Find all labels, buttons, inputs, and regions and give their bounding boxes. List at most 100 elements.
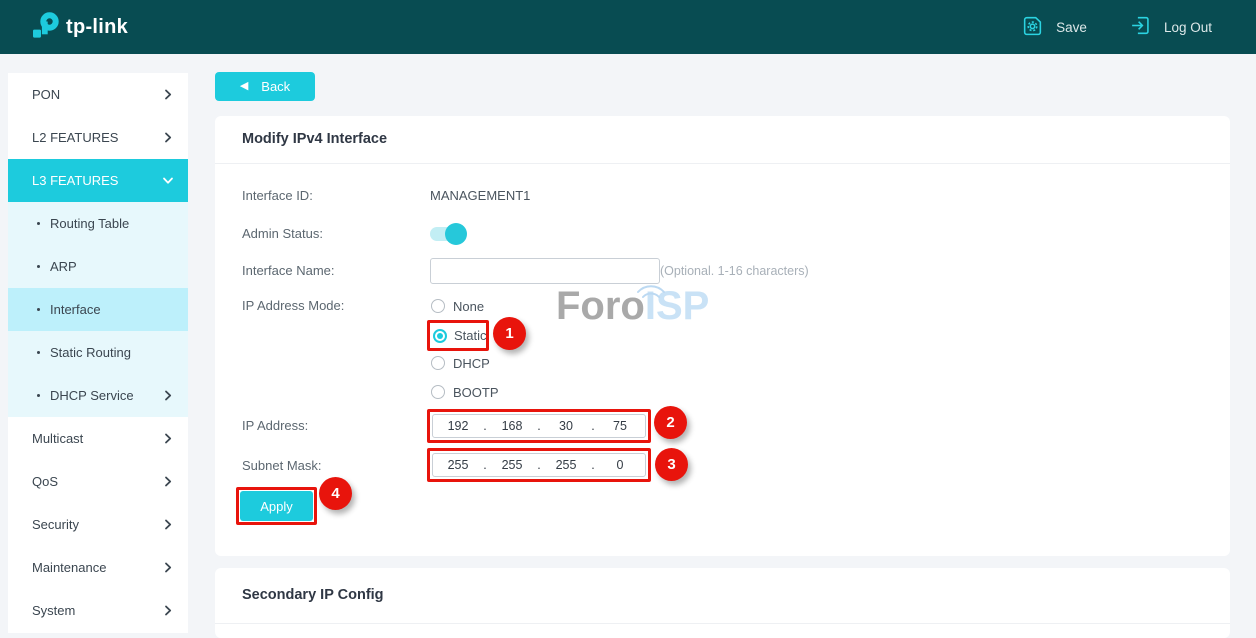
subnet-mask-label: Subnet Mask: — [242, 456, 322, 476]
radio-none[interactable]: None — [431, 296, 484, 316]
save-label: Save — [1056, 20, 1087, 35]
back-button[interactable]: ◀ Back — [215, 72, 315, 101]
sidebar-item-label: L2 FEATURES — [32, 130, 118, 145]
radio-icon — [431, 356, 445, 370]
chevron-right-icon — [163, 562, 173, 573]
interface-name-input[interactable] — [430, 258, 660, 284]
sidebar-item-interface[interactable]: Interface — [8, 288, 188, 331]
bullet-icon — [37, 394, 40, 397]
toggle-knob — [445, 223, 467, 245]
card-title: Modify IPv4 Interface — [242, 116, 387, 163]
radio-label: DHCP — [453, 356, 490, 371]
logout-label: Log Out — [1164, 20, 1212, 35]
mask-octet-4[interactable]: 0 — [595, 458, 645, 472]
sidebar-item-label: L3 FEATURES — [32, 173, 118, 188]
app-header: tp-link Save Log Out — [0, 0, 1256, 54]
sidebar-nav: PON L2 FEATURES L3 FEATURES Routing Tabl… — [8, 73, 188, 633]
chevron-right-icon — [163, 433, 173, 444]
chevron-right-icon — [163, 605, 173, 616]
sidebar-item-label: QoS — [32, 474, 58, 489]
annotation-step-4: 4 — [319, 477, 352, 510]
divider — [215, 623, 1230, 624]
sidebar-item-label: PON — [32, 87, 60, 102]
ip-octet-1[interactable]: 192 — [433, 419, 483, 433]
tp-link-logo[interactable]: tp-link — [33, 12, 128, 43]
bullet-icon — [37, 308, 40, 311]
watermark-text-gray: Foro — [556, 284, 645, 328]
radio-label: BOOTP — [453, 385, 499, 400]
sidebar-item-l2-features[interactable]: L2 FEATURES — [8, 116, 188, 159]
sidebar-item-label: Routing Table — [50, 216, 129, 231]
mask-octet-1[interactable]: 255 — [433, 458, 483, 472]
chevron-right-icon — [163, 132, 173, 143]
annotation-box-subnet-mask: 255 . 255 . 255 . 0 — [427, 448, 651, 482]
annotation-step-1: 1 — [493, 317, 526, 350]
mask-octet-2[interactable]: 255 — [487, 458, 537, 472]
annotation-box-static: Static — [427, 320, 489, 351]
radio-dhcp[interactable]: DHCP — [431, 353, 490, 373]
logout-icon — [1129, 14, 1152, 40]
back-label: Back — [261, 79, 290, 94]
modify-ipv4-interface-card: Modify IPv4 Interface ForoISP Interface … — [215, 116, 1230, 556]
ip-octet-3[interactable]: 30 — [541, 419, 591, 433]
bullet-icon — [37, 351, 40, 354]
ip-octet-4[interactable]: 75 — [595, 419, 645, 433]
radio-label: None — [453, 299, 484, 314]
l3-features-submenu: Routing Table ARP Interface Static Routi… — [8, 202, 188, 417]
radio-bootp[interactable]: BOOTP — [431, 382, 499, 402]
annotation-box-apply: Apply — [236, 487, 317, 525]
bullet-icon — [37, 265, 40, 268]
mask-octet-3[interactable]: 255 — [541, 458, 591, 472]
sidebar-item-routing-table[interactable]: Routing Table — [8, 202, 188, 245]
save-button[interactable]: Save — [1021, 14, 1087, 40]
radio-icon — [431, 385, 445, 399]
tp-link-logo-icon — [33, 12, 59, 43]
sidebar-item-label: ARP — [50, 259, 77, 274]
interface-id-value: MANAGEMENT1 — [430, 186, 530, 206]
radio-icon — [431, 299, 445, 313]
sidebar-item-qos[interactable]: QoS — [8, 460, 188, 503]
annotation-step-2: 2 — [654, 406, 687, 439]
foroisp-watermark: ForoISP — [556, 284, 709, 328]
chevron-down-icon — [163, 176, 174, 186]
sidebar-item-l3-features[interactable]: L3 FEATURES — [8, 159, 188, 202]
sidebar-item-label: Maintenance — [32, 560, 106, 575]
bullet-icon — [37, 222, 40, 225]
sidebar-item-label: Multicast — [32, 431, 83, 446]
subnet-mask-input[interactable]: 255 . 255 . 255 . 0 — [432, 453, 646, 477]
divider — [215, 163, 1230, 164]
annotation-step-3: 3 — [655, 448, 688, 481]
interface-name-hint: (Optional. 1-16 characters) — [660, 261, 809, 281]
apply-button[interactable]: Apply — [240, 491, 313, 521]
chevron-right-icon — [163, 390, 173, 401]
sidebar-item-multicast[interactable]: Multicast — [8, 417, 188, 460]
brand-name: tp-link — [66, 16, 128, 39]
chevron-right-icon — [163, 519, 173, 530]
sidebar-item-pon[interactable]: PON — [8, 73, 188, 116]
ip-address-input[interactable]: 192 . 168 . 30 . 75 — [432, 414, 646, 438]
radio-icon-selected[interactable] — [433, 329, 447, 343]
chevron-right-icon — [163, 89, 173, 100]
interface-name-label: Interface Name: — [242, 261, 335, 281]
sidebar-item-label: Interface — [50, 302, 101, 317]
radio-label: Static — [454, 328, 487, 343]
watermark-text-blue: ISP — [645, 284, 709, 328]
sidebar-item-dhcp-service[interactable]: DHCP Service — [8, 374, 188, 417]
card-title: Secondary IP Config — [242, 568, 384, 623]
ip-address-label: IP Address: — [242, 416, 308, 436]
sidebar-item-label: Security — [32, 517, 79, 532]
sidebar-item-label: DHCP Service — [50, 388, 134, 403]
sidebar-item-maintenance[interactable]: Maintenance — [8, 546, 188, 589]
back-arrow-icon: ◀ — [240, 81, 248, 92]
sidebar-item-arp[interactable]: ARP — [8, 245, 188, 288]
logout-button[interactable]: Log Out — [1129, 14, 1212, 40]
ip-octet-2[interactable]: 168 — [487, 419, 537, 433]
sidebar-item-system[interactable]: System — [8, 589, 188, 632]
sidebar-item-security[interactable]: Security — [8, 503, 188, 546]
save-icon — [1021, 14, 1044, 40]
admin-status-label: Admin Status: — [242, 224, 323, 244]
sidebar-item-static-routing[interactable]: Static Routing — [8, 331, 188, 374]
secondary-ip-config-card: Secondary IP Config — [215, 568, 1230, 638]
header-actions: Save Log Out — [1021, 14, 1212, 40]
admin-status-toggle[interactable] — [430, 227, 463, 241]
